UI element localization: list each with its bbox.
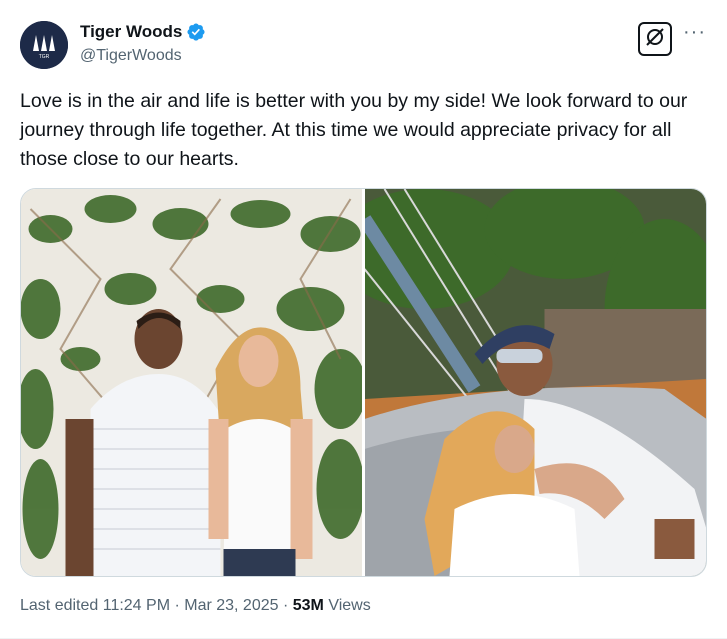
tweet-meta: Last edited 11:24 PM · Mar 23, 2025 · 53… [20,597,371,615]
edited-timestamp[interactable]: Last edited 11:24 PM · Mar 23, 2025 · [20,597,293,614]
views-label: Views [323,597,371,614]
photo-couple-hammock[interactable] [365,189,706,576]
photo-couple-wall[interactable] [21,189,362,576]
avatar-logo-text: TGR [39,54,50,60]
more-options-button[interactable]: ··· [683,22,706,42]
avatar[interactable]: TGR [20,21,68,69]
views-count: 53M [292,597,324,614]
grok-icon [644,26,666,53]
author-handle[interactable]: @TigerWoods [80,47,182,65]
media-grid [20,188,707,577]
verified-badge-icon[interactable] [186,22,206,42]
grok-button[interactable] [638,22,672,56]
author-name[interactable]: Tiger Woods [80,22,182,42]
author-name-row: Tiger Woods [80,22,206,42]
tweet-text: Love is in the air and life is better wi… [20,90,688,170]
